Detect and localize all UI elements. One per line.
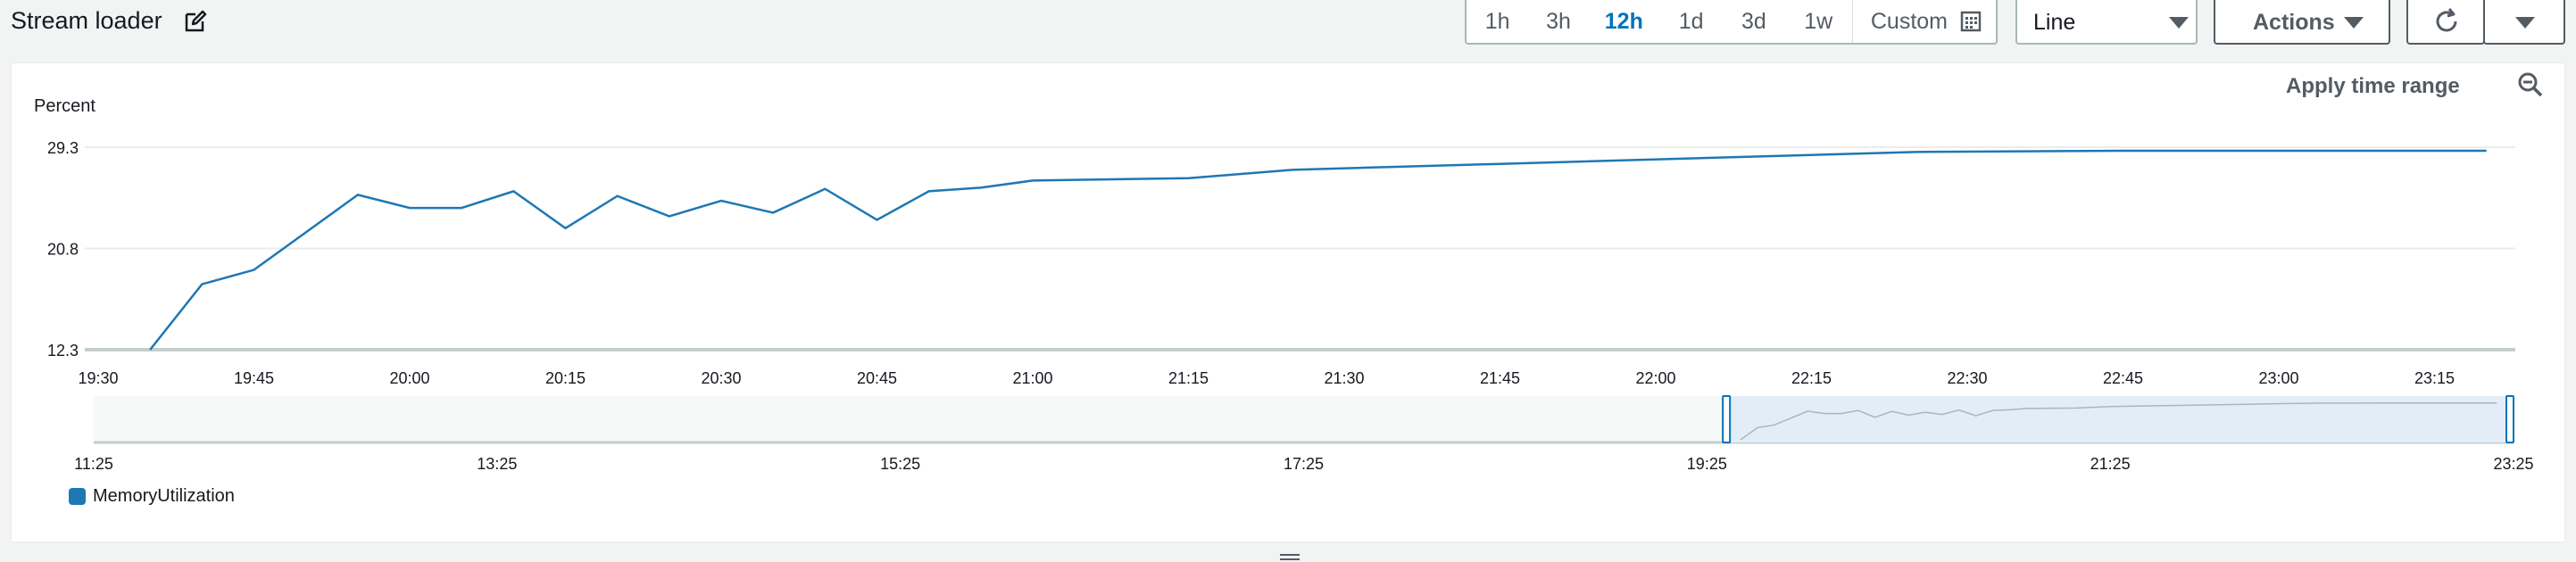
dashboard-header: Stream loader 1h 3h 12h 1d 3d 1w Custom … bbox=[0, 0, 2576, 49]
refresh-icon bbox=[2436, 8, 2457, 32]
chart-type-select[interactable]: Line bbox=[2015, 0, 2198, 45]
edit-icon[interactable] bbox=[184, 10, 207, 33]
chart-type-value: Line bbox=[2033, 10, 2076, 35]
custom-label: Custom bbox=[1870, 8, 1948, 34]
apply-time-range-link[interactable]: Apply time range bbox=[2286, 74, 2460, 99]
range-1d[interactable]: 1d bbox=[1659, 0, 1723, 43]
range-1h[interactable]: 1h bbox=[1467, 0, 1528, 43]
range-12h[interactable]: 12h bbox=[1589, 0, 1659, 43]
legend-label: MemoryUtilization bbox=[93, 486, 235, 506]
chart-legend[interactable]: MemoryUtilization bbox=[69, 486, 235, 507]
chevron-down-icon bbox=[2344, 17, 2364, 29]
actions-button[interactable]: Actions bbox=[2214, 0, 2390, 45]
range-3h[interactable]: 3h bbox=[1528, 0, 1588, 43]
chevron-down-icon bbox=[2169, 17, 2189, 29]
refresh-options-button[interactable] bbox=[2483, 0, 2565, 45]
chart-panel bbox=[11, 62, 2565, 542]
legend-swatch bbox=[69, 488, 86, 505]
time-range-selector: 1h 3h 12h 1d 3d 1w Custom bbox=[1465, 0, 1998, 45]
actions-label: Actions bbox=[2253, 10, 2335, 35]
range-3d[interactable]: 3d bbox=[1723, 0, 1784, 43]
refresh-button[interactable] bbox=[2406, 0, 2485, 45]
chevron-down-icon bbox=[2515, 17, 2535, 29]
custom-range-button[interactable]: Custom bbox=[1853, 0, 1996, 43]
calendar-icon bbox=[1960, 11, 1982, 32]
widget-title: Stream loader bbox=[11, 7, 162, 34]
y-axis-unit-label: Percent bbox=[34, 96, 96, 116]
range-1w[interactable]: 1w bbox=[1785, 0, 1852, 43]
resize-handle-icon[interactable] bbox=[1280, 552, 1300, 561]
zoom-out-icon[interactable] bbox=[2517, 71, 2544, 98]
